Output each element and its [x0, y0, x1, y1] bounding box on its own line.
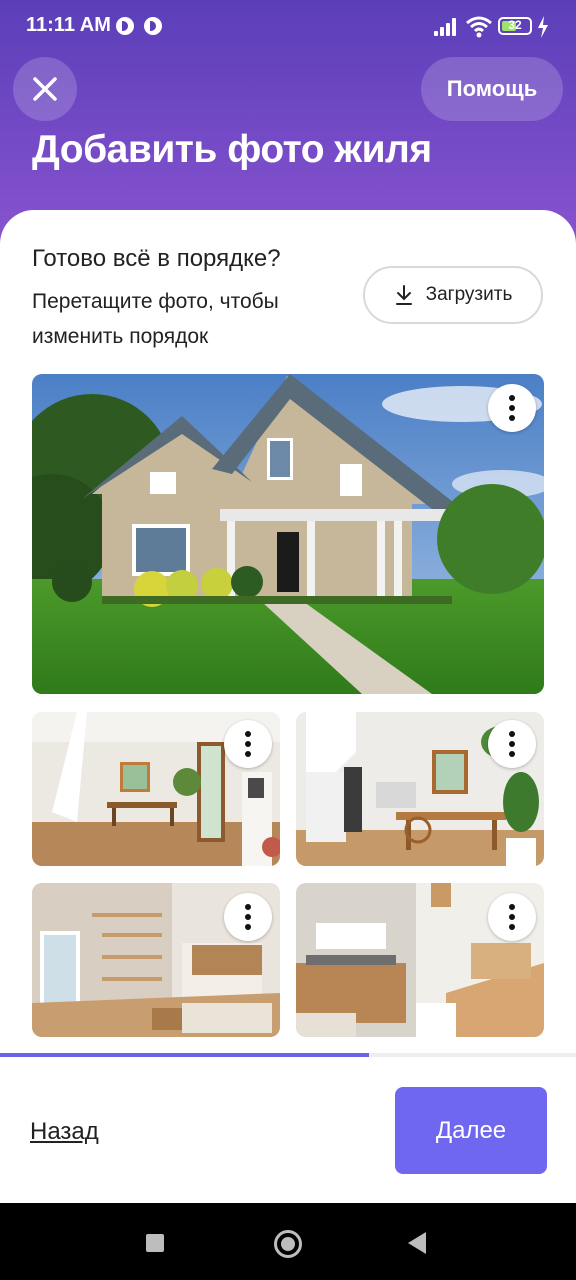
- close-icon: [33, 77, 57, 101]
- download-icon: [395, 285, 412, 305]
- house-photo: [32, 374, 544, 694]
- back-link[interactable]: Назад: [30, 1118, 99, 1146]
- battery-level: 32: [508, 18, 522, 32]
- photo-menu-button[interactable]: [488, 720, 536, 768]
- vpn-icon: [116, 17, 134, 35]
- photo-menu-button[interactable]: [488, 893, 536, 941]
- page-title: Добавить фото жиля: [32, 128, 432, 171]
- battery-icon: 32: [498, 17, 532, 35]
- back-icon[interactable]: [408, 1232, 426, 1254]
- status-time: 11:11 AM: [26, 14, 111, 36]
- progress-track: [0, 1053, 576, 1057]
- question-heading: Готово всё в порядке?: [32, 245, 281, 272]
- help-button[interactable]: Помощь: [421, 57, 563, 121]
- close-button[interactable]: [13, 57, 77, 121]
- progress-fill: [0, 1053, 369, 1057]
- recents-icon[interactable]: [146, 1234, 164, 1252]
- home-icon[interactable]: [274, 1230, 302, 1258]
- vpn-icon: [144, 17, 162, 35]
- upload-label: Загрузить: [425, 284, 513, 305]
- upload-button[interactable]: Загрузить: [363, 266, 543, 324]
- wifi-icon: [466, 16, 492, 38]
- signal-icon: [434, 18, 460, 36]
- photo-interior-dining[interactable]: [32, 712, 280, 866]
- photo-interior-stairs-desk[interactable]: [296, 712, 544, 866]
- photo-menu-button[interactable]: [488, 384, 536, 432]
- system-nav-bar: [0, 1203, 576, 1280]
- photo-interior-living-shelves[interactable]: [32, 883, 280, 1037]
- photo-menu-button[interactable]: [224, 893, 272, 941]
- photo-menu-button[interactable]: [224, 720, 272, 768]
- status-bar: 11:11 AM 32: [0, 0, 576, 56]
- photo-interior-kitchen[interactable]: [296, 883, 544, 1037]
- photo-house-exterior[interactable]: [32, 374, 544, 694]
- reorder-hint: Перетащите фото, чтобы изменить порядок: [32, 290, 279, 348]
- next-button[interactable]: Далее: [395, 1087, 547, 1174]
- charging-icon: [538, 16, 548, 38]
